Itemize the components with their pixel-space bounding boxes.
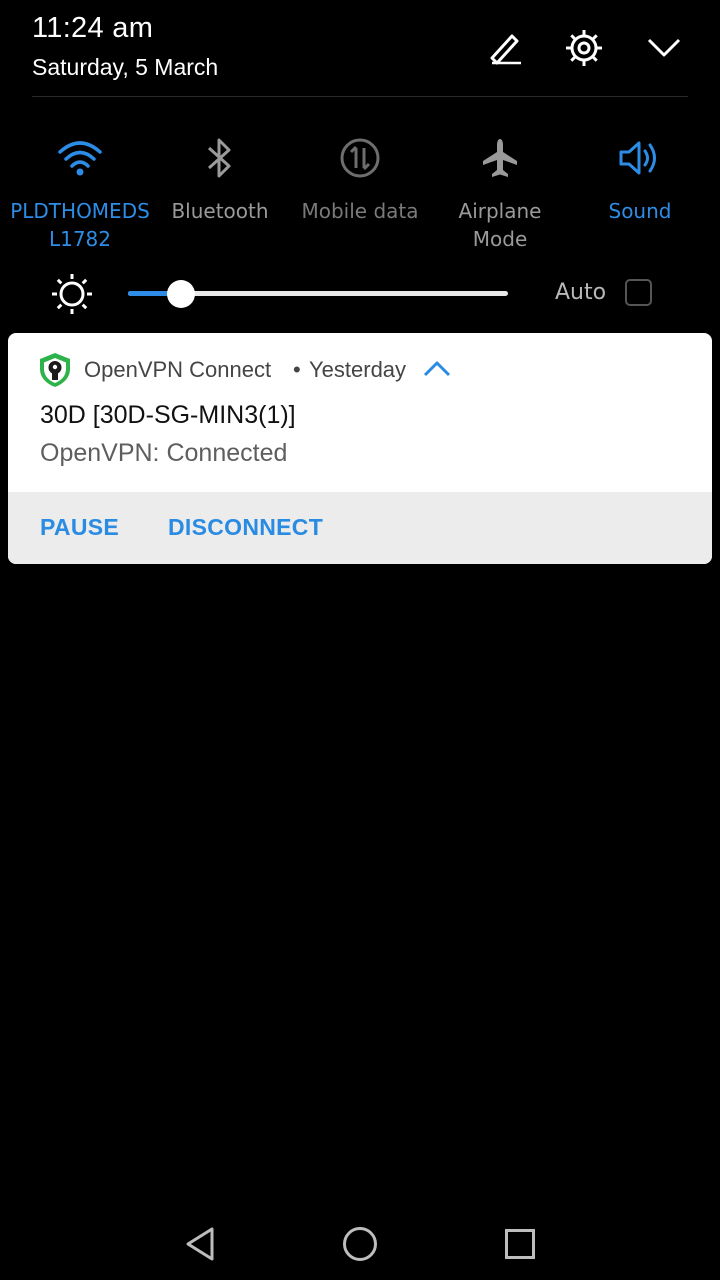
- toggle-wifi-label: PLDTHOMEDS L1782: [10, 199, 150, 251]
- recents-button[interactable]: [498, 1224, 542, 1268]
- gear-icon: [563, 27, 605, 69]
- recents-square-icon: [503, 1227, 537, 1266]
- notification-separator: •: [293, 357, 301, 382]
- brightness-slider-thumb[interactable]: [167, 280, 196, 308]
- pause-button[interactable]: PAUSE: [40, 514, 119, 541]
- edit-pencil-icon: [484, 28, 524, 68]
- collapse-shade-button[interactable]: [642, 26, 686, 70]
- toggle-sound-label: Sound: [608, 199, 672, 223]
- toggle-wifi[interactable]: PLDTHOMEDS L1782: [10, 130, 150, 253]
- speaker-icon: [570, 130, 710, 186]
- navigation-bar: [0, 1210, 720, 1280]
- disconnect-button[interactable]: DISCONNECT: [168, 514, 323, 541]
- chevron-up-icon[interactable]: [422, 359, 452, 384]
- toggle-sound[interactable]: Sound: [570, 130, 710, 225]
- notification-time: Yesterday: [309, 357, 407, 382]
- toggle-mobile-data-label: Mobile data: [301, 199, 419, 223]
- home-circle-icon: [341, 1225, 379, 1268]
- toggle-airplane-mode[interactable]: Airplane Mode: [430, 130, 570, 253]
- shade-header: 11:24 am Saturday, 5 March: [0, 0, 720, 97]
- brightness-icon: [50, 272, 94, 321]
- quick-toggles: PLDTHOMEDS L1782 Bluetooth Mobile data A…: [10, 130, 710, 260]
- back-button[interactable]: [178, 1224, 222, 1268]
- toggle-bluetooth-label: Bluetooth: [171, 199, 269, 223]
- edit-toggles-button[interactable]: [482, 26, 526, 70]
- header-divider: [32, 96, 688, 97]
- bluetooth-icon: [150, 130, 290, 186]
- auto-brightness-label: Auto: [555, 280, 607, 305]
- notification-shade: 11:24 am Saturday, 5 March PLDTHOMEDS L1…: [0, 0, 720, 1280]
- notification-header: OpenVPN Connect • Yesterday: [8, 333, 712, 409]
- notification-text: OpenVPN: Connected: [40, 439, 288, 467]
- notification-actions: PAUSE DISCONNECT: [8, 492, 712, 564]
- openvpn-shield-icon: [38, 352, 72, 393]
- clock-date[interactable]: Saturday, 5 March: [32, 54, 218, 81]
- clock-time: 11:24 am: [32, 12, 154, 44]
- toggle-airplane-mode-label: Airplane Mode: [458, 199, 542, 251]
- back-triangle-icon: [183, 1225, 217, 1268]
- toggle-bluetooth[interactable]: Bluetooth: [150, 130, 290, 225]
- wifi-icon: [10, 130, 150, 186]
- toggle-mobile-data[interactable]: Mobile data: [290, 130, 430, 225]
- airplane-icon: [430, 130, 570, 186]
- notification-app-name: OpenVPN Connect: [84, 357, 272, 382]
- brightness-row: Auto: [0, 266, 720, 322]
- notification-title: 30D [30D-SG-MIN3(1)]: [40, 401, 296, 429]
- auto-brightness-checkbox[interactable]: [625, 279, 652, 306]
- home-button[interactable]: [338, 1224, 382, 1268]
- mobile-data-icon: [290, 130, 430, 186]
- openvpn-notification[interactable]: OpenVPN Connect • Yesterday 30D [30D-SG-…: [8, 333, 712, 564]
- settings-button[interactable]: [562, 26, 606, 70]
- chevron-down-icon: [644, 28, 684, 68]
